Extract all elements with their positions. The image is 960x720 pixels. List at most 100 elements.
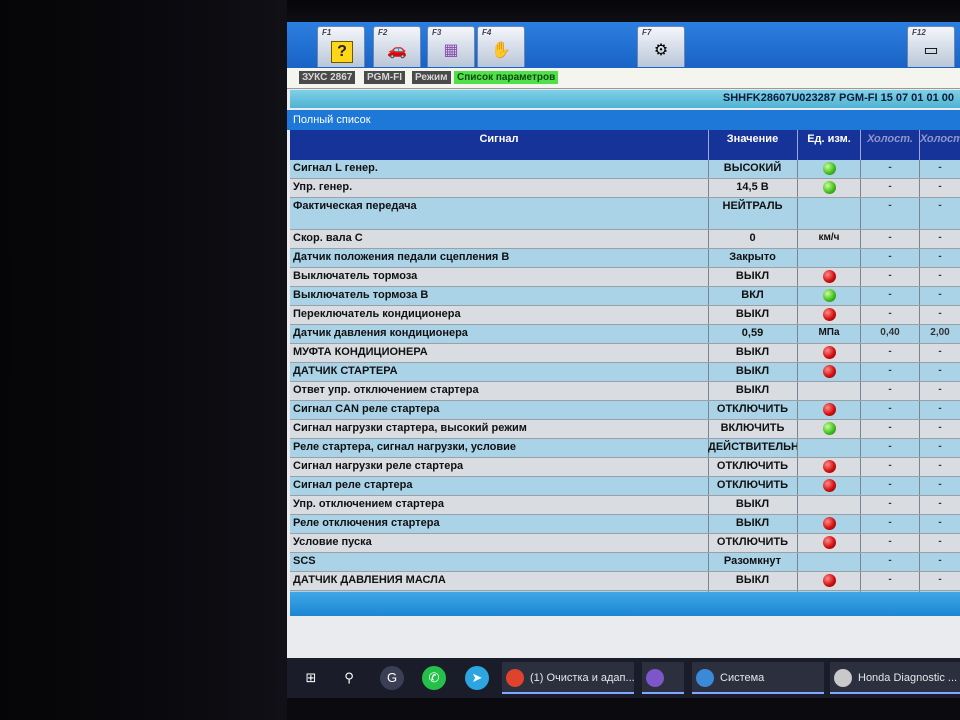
signal-unit <box>798 363 861 381</box>
col-a-value: - <box>861 458 920 476</box>
table-row[interactable]: Переключатель кондиционера ВЫКЛ - - <box>290 306 960 325</box>
status-red-indicator-icon <box>822 365 836 378</box>
signal-name: Реле отключения стартера <box>290 515 709 533</box>
fkey-label: F4 <box>482 28 492 37</box>
function-key-toolbar: F1? F2 🚗 F3 ▦ F4 ✋ F7 ⚙ F12 ▭ <box>287 22 960 68</box>
signal-name: Упр. отключением стартера <box>290 496 709 514</box>
signal-name: Переключатель кондиционера <box>290 306 709 324</box>
settings-icon: ⚙ <box>653 42 669 59</box>
table-row[interactable]: Сигнал CAN реле стартера ОТКЛЮЧИТЬ - - <box>290 401 960 420</box>
telegram-icon[interactable]: ➤ <box>465 666 489 690</box>
signal-value: ВЫСОКИЙ <box>708 160 798 178</box>
browser-g-icon[interactable]: G <box>380 666 404 690</box>
viber-icon[interactable] <box>642 662 684 694</box>
signal-value: Закрыто <box>708 249 798 267</box>
signal-name: Выключатель тормоза <box>290 268 709 286</box>
monitor-bezel-left <box>0 0 287 720</box>
table-row[interactable]: ДАТЧИК ДАВЛЕНИЯ МАСЛА ВЫКЛ - - <box>290 572 960 591</box>
table-row[interactable]: Датчик давления кондиционера 0,59 МПа 0,40 2… <box>290 325 960 344</box>
status-red-indicator-icon <box>822 574 836 587</box>
signal-name: Скор. вала С <box>290 230 709 248</box>
status-green-indicator-icon <box>822 289 836 302</box>
breadcrumb-item[interactable]: PGM-FI <box>364 71 405 84</box>
signal-value: ОТКЛЮЧИТЬ <box>708 477 798 495</box>
breadcrumb-item[interactable]: Список параметров <box>454 71 559 84</box>
table-row[interactable]: Упр. генер. 14,5 В -- <box>290 179 960 198</box>
fkey-f7-button[interactable]: F7 ⚙ <box>637 26 685 67</box>
signal-name: ДАТЧИК СТАРТЕРА <box>290 363 709 381</box>
table-row[interactable]: ДАТЧИК СТАРТЕРА ВЫКЛ - - <box>290 363 960 382</box>
table-row[interactable]: Сигнал нагрузки стартера, высокий режим В… <box>290 420 960 439</box>
col-b-value: - <box>920 287 960 305</box>
table-row[interactable]: Сигнал L генер. ВЫСОКИЙ - - <box>290 160 960 179</box>
signal-name: Сигнал CAN реле стартера <box>290 401 709 419</box>
active-underline <box>502 692 634 694</box>
signal-name: SCS <box>290 553 709 571</box>
table-row[interactable]: Сигнал нагрузки реле стартера ОТКЛЮЧИТЬ - - <box>290 458 960 477</box>
fkey-label: F12 <box>912 28 926 37</box>
col-b-value: - <box>920 458 960 476</box>
signal-name: ДАТЧИК ДАВЛЕНИЯ МАСЛА <box>290 572 709 590</box>
header-signal[interactable]: Сигнал <box>290 130 709 160</box>
col-a-value: - <box>861 439 920 457</box>
col-b-value: - <box>920 515 960 533</box>
signal-name: Выключатель тормоза В <box>290 287 709 305</box>
status-red-indicator-icon <box>822 460 836 473</box>
whatsapp-icon[interactable]: ✆ <box>422 666 446 690</box>
table-row[interactable]: Датчик положения педали сцепления В Закры… <box>290 249 960 268</box>
table-row[interactable]: Ответ упр. отключением стартера ВЫКЛ - - <box>290 382 960 401</box>
table-row[interactable]: SCS Разомкнут - - <box>290 553 960 572</box>
signal-name: Датчик давления кондиционера <box>290 325 709 343</box>
window-title: (1) Очистка и адап... <box>530 672 634 684</box>
status-red-indicator-icon <box>822 479 836 492</box>
col-b-value: - <box>920 344 960 362</box>
header-unit[interactable]: Ед. изм. <box>798 130 861 160</box>
fkey-f3-button[interactable]: F3 ▦ <box>427 26 475 67</box>
status-green-indicator-icon <box>822 162 836 175</box>
chrome-window[interactable]: (1) Очистка и адап... <box>502 662 634 694</box>
breadcrumb-item[interactable]: ЗУКС 2867 <box>299 71 356 84</box>
honda-diagnostic-window[interactable]: Honda Diagnostic ... <box>830 662 960 694</box>
table-row[interactable]: Сигнал реле стартера ОТКЛЮЧИТЬ - - <box>290 477 960 496</box>
signal-unit <box>798 458 861 476</box>
parameter-table: Сигнал L генер. ВЫСОКИЙ - - Упр. генер. 14,5 … <box>290 160 960 605</box>
signal-unit <box>798 382 861 400</box>
search-icon[interactable]: ⚲ <box>337 666 361 690</box>
signal-unit <box>798 198 861 229</box>
fkey-f12-button[interactable]: F12 ▭ <box>907 26 955 67</box>
col-b-value: - <box>920 401 960 419</box>
table-row[interactable]: Реле отключения стартера ВЫКЛ - - <box>290 515 960 534</box>
app-icon <box>506 669 524 688</box>
table-row[interactable]: Выключатель тормоза ВЫКЛ - - <box>290 268 960 287</box>
fkey-f1-button[interactable]: F1? <box>317 26 365 67</box>
header-col-b[interactable]: Холост. <box>920 130 960 160</box>
col-a-value: - <box>861 553 920 571</box>
signal-name: Фактическая передача <box>290 198 709 229</box>
fkey-f4-button[interactable]: F4 ✋ <box>477 26 525 67</box>
table-row[interactable]: Условие пуска ОТКЛЮЧИТЬ - - <box>290 534 960 553</box>
signal-value: ДЕЙСТВИТЕЛЬНО <box>708 439 798 457</box>
table-row[interactable]: Фактическая передача НЕЙТРАЛЬ - - <box>290 198 960 230</box>
table-row[interactable]: МУФТА КОНДИЦИОНЕРА ВЫКЛ - - <box>290 344 960 363</box>
fkey-f2-button[interactable]: F2 🚗 <box>373 26 421 67</box>
signal-value: 0,59 <box>708 325 798 343</box>
table-row[interactable]: Выключатель тормоза В ВКЛ - - <box>290 287 960 306</box>
table-row[interactable]: Скор. вала С 0 км/ч - - <box>290 230 960 249</box>
col-a-value: - <box>861 534 920 552</box>
windows-start-icon[interactable]: ⊞ <box>299 666 323 690</box>
table-row[interactable]: Реле стартера, сигнал нагрузки, условие Д… <box>290 439 960 458</box>
signal-value: 14,5 В <box>708 179 798 197</box>
app-icon <box>646 669 664 688</box>
header-col-a[interactable]: Холост. <box>861 130 920 160</box>
window-title: Система <box>720 672 765 684</box>
system-window[interactable]: Система <box>692 662 824 694</box>
signal-unit <box>798 306 861 324</box>
col-b-value: - <box>920 534 960 552</box>
col-b-value: - <box>920 420 960 438</box>
signal-unit <box>798 477 861 495</box>
header-value[interactable]: Значение <box>708 130 798 160</box>
table-row[interactable]: Упр. отключением стартера ВЫКЛ - - <box>290 496 960 515</box>
status-red-indicator-icon <box>822 308 836 321</box>
signal-unit <box>798 249 861 267</box>
breadcrumb-item[interactable]: Режим <box>412 71 451 84</box>
